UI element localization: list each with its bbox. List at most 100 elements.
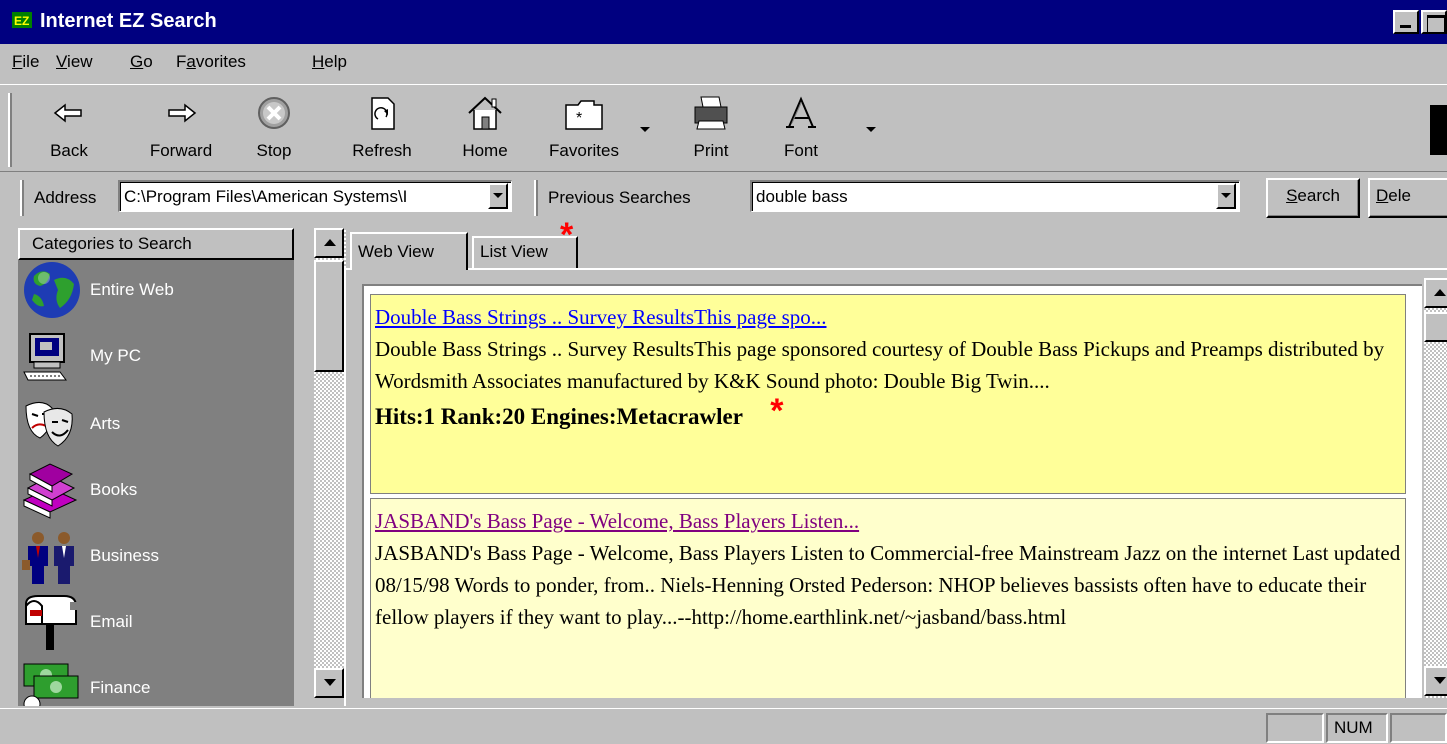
back-arrow-icon xyxy=(53,103,82,123)
category-label: Arts xyxy=(90,414,121,433)
search-grip[interactable] xyxy=(534,180,538,216)
webview-scroll-down-button[interactable] xyxy=(1424,666,1447,696)
title-bar[interactable]: EZ Internet EZ Search xyxy=(0,0,1447,44)
search-dropdown-button[interactable] xyxy=(1216,183,1236,209)
back-label: Back xyxy=(50,141,88,160)
refresh-icon xyxy=(371,97,395,130)
categories-scroll-down-button[interactable] xyxy=(314,668,344,698)
category-label: Books xyxy=(90,480,138,499)
printer-icon xyxy=(694,96,728,130)
result-title-link[interactable]: JASBAND's Bass Page - Welcome, Bass Play… xyxy=(375,509,859,533)
status-cell-num: NUM xyxy=(1326,713,1388,743)
webview-scrollbar[interactable] xyxy=(1424,278,1447,698)
business-people-icon xyxy=(22,532,74,584)
address-label: Address xyxy=(34,188,97,207)
stop-icon xyxy=(258,97,290,129)
result-hits: Hits:1 Rank:20 Engines:Metacrawler * xyxy=(375,394,1401,433)
address-value: C:\Program Files\American Systems\I xyxy=(124,187,408,206)
stop-button[interactable]: Stop xyxy=(246,91,302,169)
favorites-label: Favorites xyxy=(549,141,619,160)
minimize-button[interactable] xyxy=(1393,10,1419,34)
home-button[interactable]: Home xyxy=(448,91,522,169)
webview-scroll-thumb[interactable] xyxy=(1424,312,1447,342)
refresh-label: Refresh xyxy=(352,141,412,160)
address-dropdown-button[interactable] xyxy=(488,183,508,209)
favorites-folder-icon: * xyxy=(565,100,603,130)
result-snippet: Double Bass Strings .. Survey ResultsThi… xyxy=(375,337,1385,393)
address-bar: Address C:\Program Files\American System… xyxy=(0,174,1447,222)
annotation-asterisk-hits: * xyxy=(770,392,784,430)
status-bar: NUM xyxy=(0,708,1447,744)
category-finance[interactable]: Finance xyxy=(18,658,294,706)
search-value: double bass xyxy=(756,187,848,206)
font-label: Font xyxy=(783,141,819,160)
svg-text:EZ: EZ xyxy=(14,14,29,28)
theater-masks-icon xyxy=(25,402,73,447)
forward-label: Forward xyxy=(149,141,213,160)
search-button[interactable]: Search xyxy=(1266,178,1360,218)
categories-panel: Categories to Search Entire Web My PC Ar… xyxy=(18,228,346,706)
svg-text:*: * xyxy=(576,110,582,127)
menu-bar: File View Go Favorites Help xyxy=(0,46,1447,82)
throbber-logo xyxy=(1430,105,1447,155)
category-business[interactable]: Business xyxy=(18,526,294,590)
money-icon xyxy=(23,663,79,706)
tab-web-view[interactable]: Web View xyxy=(350,232,468,270)
category-label: Business xyxy=(90,546,159,565)
category-entire-web[interactable]: Entire Web xyxy=(18,260,294,324)
tab-web-view-label: Web View xyxy=(358,242,434,261)
annotation-asterisk-tab: * xyxy=(560,216,574,254)
print-label: Print xyxy=(693,141,729,160)
computer-icon xyxy=(23,333,67,381)
categories-list: Entire Web My PC Arts Books Business Ema… xyxy=(18,260,294,706)
categories-scroll-up-button[interactable] xyxy=(314,228,344,258)
font-button[interactable]: Font xyxy=(776,91,826,169)
webview-scroll-up-button[interactable] xyxy=(1424,278,1447,308)
window-title: Internet EZ Search xyxy=(40,10,217,32)
menu-help[interactable]: Help xyxy=(312,52,347,72)
home-label: Home xyxy=(462,141,508,160)
category-label: Finance xyxy=(90,678,151,697)
delete-button[interactable]: Dele xyxy=(1368,178,1447,218)
menu-view[interactable]: View xyxy=(56,52,93,72)
menu-favorites[interactable]: Favorites xyxy=(176,52,246,72)
maximize-button[interactable] xyxy=(1421,10,1447,34)
categories-scrollbar[interactable] xyxy=(314,228,346,698)
print-button[interactable]: Print xyxy=(676,91,746,169)
stop-label: Stop xyxy=(256,141,292,160)
menu-file[interactable]: File xyxy=(12,52,39,72)
categories-header: Categories to Search xyxy=(18,228,294,260)
globe-icon xyxy=(24,262,80,318)
web-view: Double Bass Strings .. Survey ResultsThi… xyxy=(362,284,1422,698)
address-input[interactable]: C:\Program Files\American Systems\I xyxy=(118,180,512,212)
category-my-pc[interactable]: My PC xyxy=(18,326,294,390)
back-button[interactable]: Back xyxy=(40,91,98,169)
result-snippet: JASBAND's Bass Page - Welcome, Bass Play… xyxy=(375,541,1401,629)
font-dropdown-arrow[interactable] xyxy=(866,127,876,132)
search-input[interactable]: double bass xyxy=(750,180,1240,212)
favorites-button[interactable]: * Favorites xyxy=(534,91,634,169)
category-arts[interactable]: Arts xyxy=(18,394,294,458)
refresh-button[interactable]: Refresh xyxy=(338,91,426,169)
favorites-dropdown-arrow[interactable] xyxy=(640,127,650,132)
ez-logo-icon: EZ xyxy=(12,12,32,28)
font-icon xyxy=(786,96,816,128)
address-grip[interactable] xyxy=(20,180,24,216)
status-cell-caps xyxy=(1266,713,1324,743)
category-books[interactable]: Books xyxy=(18,460,294,524)
forward-button[interactable]: Forward xyxy=(136,91,226,169)
mailbox-icon xyxy=(25,595,80,650)
num-lock-indicator: NUM xyxy=(1334,718,1373,737)
result-title-link[interactable]: Double Bass Strings .. Survey ResultsThi… xyxy=(375,305,827,329)
status-cell-scroll xyxy=(1390,713,1447,743)
category-email[interactable]: Email xyxy=(18,592,294,656)
tab-list-view-label: List View xyxy=(480,242,548,261)
previous-searches-label: Previous Searches xyxy=(548,188,691,207)
forward-arrow-icon xyxy=(168,103,197,123)
category-label: My PC xyxy=(90,346,141,365)
result-item: Double Bass Strings .. Survey ResultsThi… xyxy=(370,294,1406,494)
toolbar-grip[interactable] xyxy=(8,93,12,167)
result-hits-text: Hits:1 Rank:20 Engines:Metacrawler xyxy=(375,404,743,429)
menu-go[interactable]: Go xyxy=(130,52,153,72)
categories-scroll-thumb[interactable] xyxy=(314,260,344,372)
